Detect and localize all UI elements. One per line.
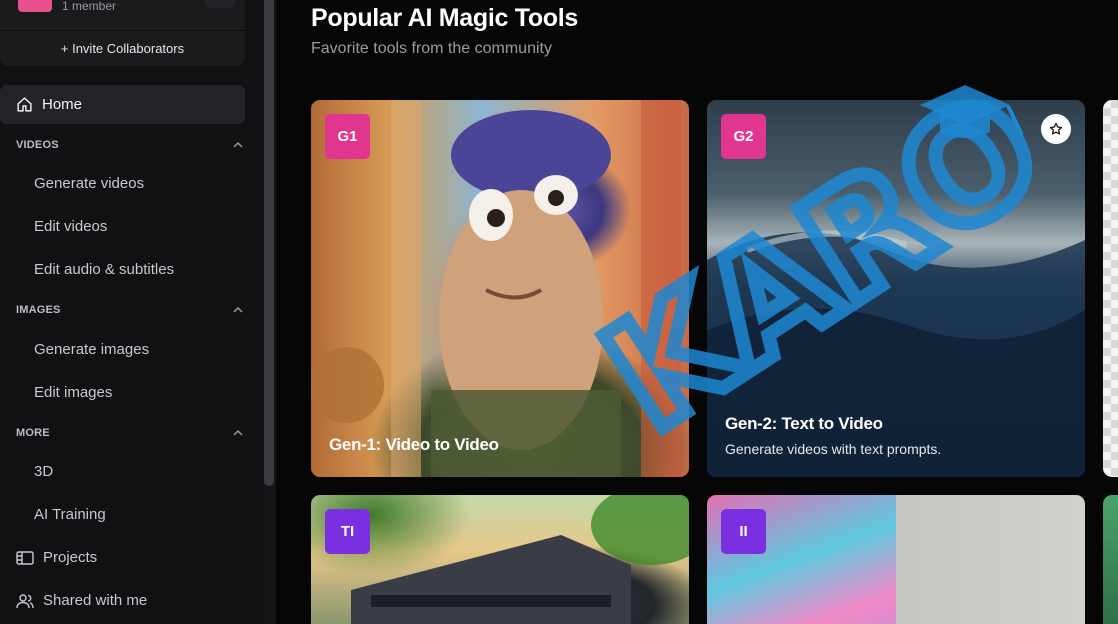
invite-collaborators-button[interactable]: + Invite Collaborators bbox=[0, 34, 245, 64]
team-member-count: 1 member bbox=[62, 0, 117, 13]
sidebar-item-projects[interactable]: Projects bbox=[16, 549, 97, 566]
favorite-button[interactable] bbox=[1041, 114, 1071, 144]
tool-card-image-to-image[interactable]: II bbox=[707, 495, 1085, 624]
sidebar-item-label: Shared with me bbox=[43, 592, 148, 609]
chevron-up-icon bbox=[233, 141, 243, 148]
sidebar: 1 member + Invite Collaborators Home VID… bbox=[0, 0, 263, 624]
team-card[interactable]: 1 member + Invite Collaborators bbox=[0, 0, 245, 66]
sidebar-item-edit-videos[interactable]: Edit videos bbox=[34, 218, 107, 235]
sidebar-item-generate-videos[interactable]: Generate videos bbox=[34, 175, 144, 192]
section-title: VIDEOS bbox=[16, 139, 59, 151]
team-menu-button[interactable] bbox=[205, 0, 235, 8]
sidebar-item-edit-images[interactable]: Edit images bbox=[34, 384, 112, 401]
page-subtitle: Favorite tools from the community bbox=[311, 40, 552, 57]
sidebar-item-ai-training[interactable]: AI Training bbox=[34, 506, 106, 523]
sidebar-scrollbar-thumb[interactable] bbox=[264, 0, 274, 486]
tool-card-text-to-image[interactable]: TI bbox=[311, 495, 689, 624]
section-more-header[interactable]: MORE bbox=[16, 423, 244, 443]
page-title: Popular AI Magic Tools bbox=[311, 4, 579, 32]
section-videos-header[interactable]: VIDEOS bbox=[16, 135, 244, 155]
tool-card-gen-2[interactable]: G2 Gen-2: Text to Video Generate videos … bbox=[707, 100, 1085, 477]
card-badge-g2: G2 bbox=[721, 114, 766, 159]
sidebar-item-label: Projects bbox=[43, 549, 98, 566]
sidebar-item-home[interactable]: Home bbox=[0, 85, 245, 124]
card-title: Gen-2: Text to Video bbox=[725, 414, 883, 433]
users-icon bbox=[16, 593, 34, 608]
home-icon bbox=[17, 97, 32, 112]
chevron-up-icon bbox=[233, 429, 243, 436]
sidebar-item-edit-audio-subtitles[interactable]: Edit audio & subtitles bbox=[34, 261, 174, 278]
tool-card-gen-1[interactable]: G1 Gen-1: Video to Video bbox=[311, 100, 689, 477]
card-badge-ti: TI bbox=[325, 509, 370, 554]
sidebar-item-generate-images[interactable]: Generate images bbox=[34, 341, 149, 358]
divider bbox=[0, 30, 245, 31]
team-avatar bbox=[18, 0, 52, 12]
projects-icon bbox=[16, 550, 34, 565]
sidebar-item-label: Home bbox=[42, 96, 83, 113]
app-window: 1 member + Invite Collaborators Home VID… bbox=[0, 0, 1118, 624]
section-images-header[interactable]: IMAGES bbox=[16, 300, 244, 320]
section-title: MORE bbox=[16, 427, 50, 439]
sidebar-item-3d[interactable]: 3D bbox=[34, 463, 53, 480]
tool-card-partial[interactable] bbox=[1103, 495, 1118, 624]
tool-card-partial[interactable] bbox=[1103, 100, 1118, 477]
chevron-up-icon bbox=[233, 306, 243, 313]
card-title: Gen-1: Video to Video bbox=[329, 435, 499, 454]
sidebar-item-shared-with-me[interactable]: Shared with me bbox=[16, 592, 147, 609]
card-badge-g1: G1 bbox=[325, 114, 370, 159]
card-badge-ii: II bbox=[721, 509, 766, 554]
star-icon bbox=[1049, 122, 1063, 135]
section-title: IMAGES bbox=[16, 304, 61, 316]
card-description: Generate videos with text prompts. bbox=[725, 441, 942, 457]
